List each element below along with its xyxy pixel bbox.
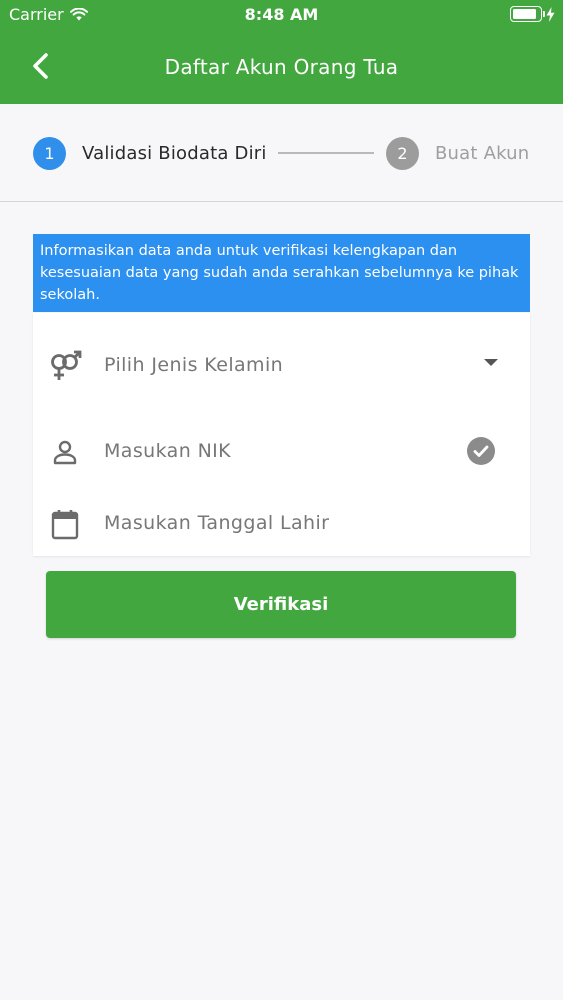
check-circle-icon — [467, 437, 495, 465]
page-title: Daftar Akun Orang Tua — [164, 55, 399, 79]
gender-placeholder: Pilih Jenis Kelamin — [104, 354, 284, 376]
gender-select[interactable]: Pilih Jenis Kelamin — [33, 335, 530, 395]
birthdate-placeholder: Masukan Tanggal Lahir — [104, 512, 330, 534]
nik-placeholder: Masukan NIK — [104, 440, 232, 462]
gender-icon — [47, 348, 83, 384]
registration-stepper: 1 Validasi Biodata Diri 2 Buat Akun — [0, 104, 563, 202]
calendar-icon — [47, 506, 83, 542]
person-icon — [47, 434, 83, 470]
battery-fill — [513, 9, 537, 19]
battery-indicator — [510, 6, 555, 22]
verify-button[interactable]: Verifikasi — [46, 571, 516, 638]
verification-form: Pilih Jenis Kelamin Masukan NIK Masukan … — [33, 313, 530, 556]
clock: 8:48 AM — [244, 5, 319, 24]
step-1-label: Validasi Biodata Diri — [82, 143, 267, 164]
navigation-bar: Daftar Akun Orang Tua — [0, 38, 563, 98]
info-banner: Informasikan data anda untuk verifikasi … — [33, 234, 530, 312]
step-2-label: Buat Akun — [435, 143, 530, 164]
dropdown-caret-icon — [484, 359, 498, 366]
step-2-indicator: 2 — [386, 137, 419, 170]
battery-icon — [510, 6, 545, 22]
app-header: Carrier 8:48 AM Daftar Akun Orang Tua — [0, 0, 563, 104]
status-bar: Carrier 8:48 AM — [0, 0, 563, 30]
step-connector — [278, 152, 374, 154]
step-1-indicator: 1 — [33, 137, 66, 170]
nik-input[interactable]: Masukan NIK — [33, 421, 530, 481]
charging-bolt-icon — [546, 6, 555, 22]
birthdate-input[interactable]: Masukan Tanggal Lahir — [33, 493, 530, 553]
